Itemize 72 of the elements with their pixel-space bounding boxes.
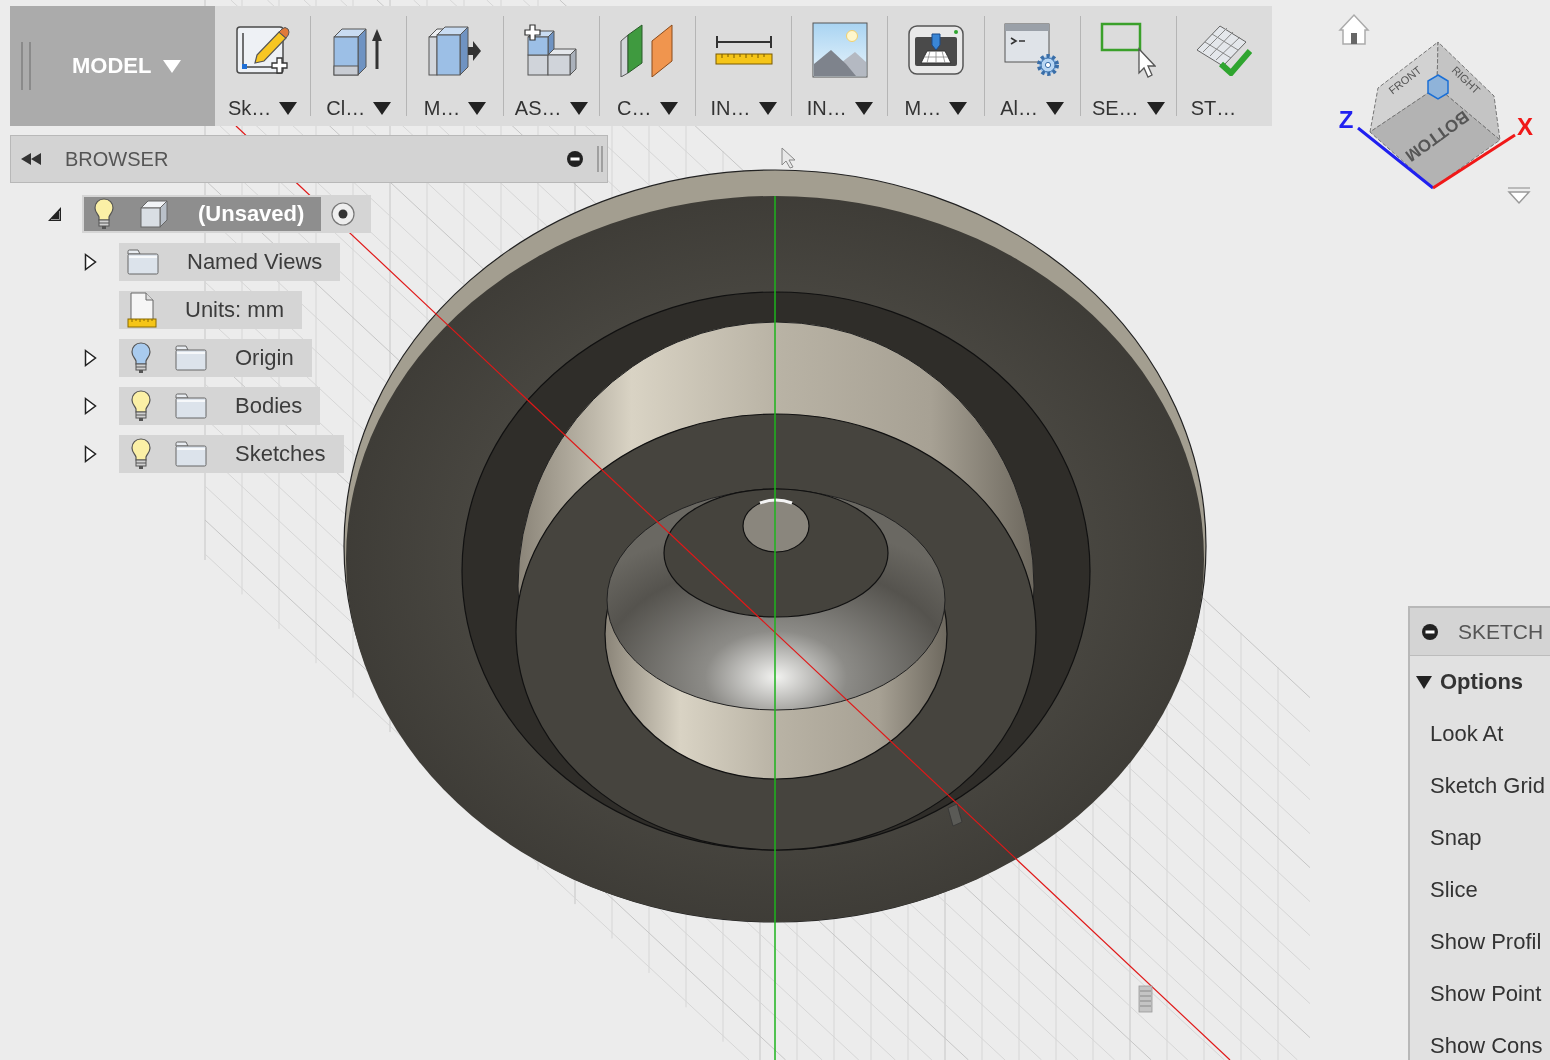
- palette-option[interactable]: Slice: [1410, 864, 1478, 916]
- cube-icon: [140, 200, 168, 228]
- toolbar-button[interactable]: AS…: [503, 6, 599, 126]
- toolbar-button[interactable]: IN…: [695, 6, 792, 126]
- toolbar-button[interactable]: Al…: [984, 6, 1080, 126]
- grip-icon[interactable]: [597, 146, 603, 172]
- constraint-marker-icon: [947, 803, 963, 827]
- pointer-cursor-icon: [781, 147, 796, 169]
- toolbar-button[interactable]: IN…: [792, 6, 888, 126]
- minimize-icon[interactable]: [1422, 623, 1438, 640]
- grid-check-icon: [1196, 24, 1253, 76]
- section-toggle[interactable]: Options: [1410, 656, 1524, 708]
- tree-caret-icon[interactable]: [47, 206, 62, 222]
- script-gear-icon: [1004, 23, 1061, 77]
- toolbar-button[interactable]: M…: [407, 6, 503, 126]
- palette-option[interactable]: Look At: [1410, 708, 1504, 760]
- dropdown-arrow-icon[interactable]: [1507, 187, 1531, 205]
- document-ruler-icon: [127, 292, 157, 328]
- tree-item[interactable]: Sketches: [119, 435, 344, 473]
- toolbar-button[interactable]: SE…: [1080, 6, 1176, 126]
- view-cube-drawing[interactable]: [1369, 41, 1501, 189]
- cubes-plus-icon: [524, 23, 579, 77]
- toolbar-button[interactable]: Cl…: [311, 6, 407, 126]
- selection-cursor-icon: [1100, 22, 1157, 78]
- axis-label: Z: [1338, 105, 1354, 133]
- tree-caret-icon[interactable]: [84, 397, 97, 415]
- sketch-pencil-icon: [235, 23, 290, 77]
- tree-item[interactable]: Units: mm: [119, 291, 302, 329]
- toolbar-button[interactable]: M…: [888, 6, 984, 126]
- tree-item-label: Origin: [235, 345, 294, 371]
- toolbar-button[interactable]: Sk…: [215, 6, 311, 126]
- tree-item-label: Sketches: [235, 441, 326, 467]
- tree-caret-icon[interactable]: [84, 349, 97, 367]
- tree-caret-icon[interactable]: [84, 445, 97, 463]
- tree-item-label: Bodies: [235, 393, 303, 419]
- landscape-image-icon: [811, 22, 868, 78]
- lightbulb-icon[interactable]: [131, 438, 151, 470]
- tree-item[interactable]: Origin: [119, 339, 312, 377]
- toolbar-button[interactable]: C…: [599, 6, 695, 126]
- lightbulb-icon[interactable]: [131, 342, 151, 374]
- planes-icon: [620, 23, 675, 77]
- tree-item-label: (Unsaved): [198, 201, 305, 227]
- hatch-marker-icon: [1138, 985, 1153, 1013]
- ruler-measure-icon: [714, 34, 773, 66]
- tree-item[interactable]: Bodies: [119, 387, 321, 425]
- folder-icon: [175, 441, 207, 467]
- palette-option[interactable]: Show Cons: [1410, 1020, 1543, 1060]
- toolbar-button[interactable]: ST…: [1176, 6, 1273, 126]
- collapse-icon[interactable]: [21, 153, 41, 165]
- lightbulb-icon[interactable]: [131, 390, 151, 422]
- panel-title: SKETCH: [1458, 619, 1544, 644]
- folder-icon: [175, 393, 207, 419]
- printer-icon: [907, 24, 964, 76]
- tree-caret-icon[interactable]: [84, 253, 97, 271]
- activate-radio-icon[interactable]: [331, 202, 356, 226]
- palette-option[interactable]: Sketch Grid: [1410, 760, 1545, 812]
- palette-option[interactable]: Show Point: [1410, 968, 1542, 1020]
- tree-item-label: Named Views: [187, 249, 323, 275]
- folder-icon: [175, 345, 207, 371]
- tree-item-label: Units: mm: [185, 297, 284, 323]
- palette-option[interactable]: Show Profil: [1410, 916, 1542, 968]
- panel-title: BROWSER: [65, 147, 169, 171]
- orientation-marker-icon: [1427, 74, 1449, 100]
- box-push-icon: [427, 23, 482, 77]
- folder-icon: [127, 249, 159, 275]
- axis-label: X: [1517, 112, 1533, 140]
- minimize-icon[interactable]: [567, 151, 583, 167]
- palette-option[interactable]: Snap: [1410, 812, 1482, 864]
- lightbulb-icon[interactable]: [94, 198, 114, 230]
- grip-icon[interactable]: [21, 42, 31, 90]
- tree-item[interactable]: Named Views: [119, 243, 341, 281]
- home-icon[interactable]: [1338, 13, 1370, 45]
